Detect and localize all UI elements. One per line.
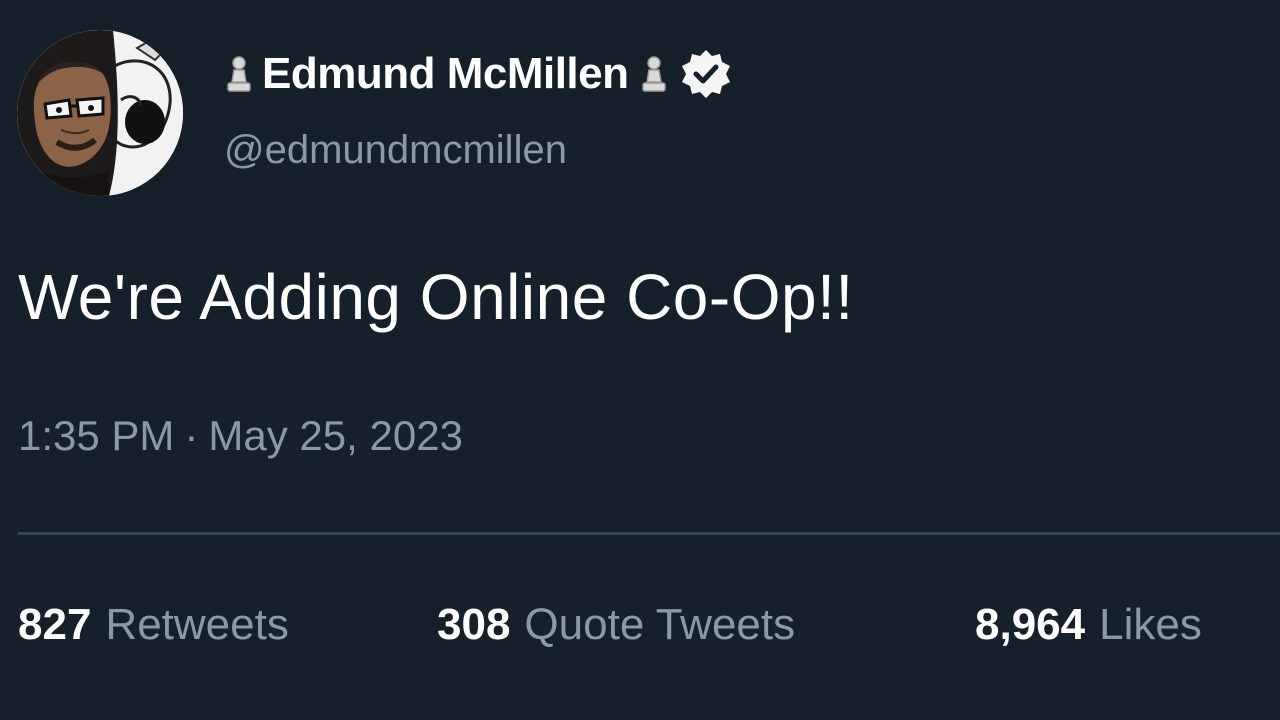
author-display-name[interactable]: Edmund McMillen [262,49,629,99]
retweets-stat[interactable]: 827 Retweets [18,600,289,650]
timestamp-separator: · [184,412,199,459]
retweets-label: Retweets [105,600,289,649]
chess-pawn-icon [222,54,256,94]
author-name-row[interactable]: Edmund McMillen [222,44,733,104]
tweet-time[interactable]: 1:35 PM [18,412,174,459]
tweet-detail: Edmund McMillen @edmundmcmillen We're Ad… [0,0,1280,720]
quote-tweets-label: Quote Tweets [524,600,796,649]
quote-tweets-stat[interactable]: 308 Quote Tweets [437,600,795,650]
likes-stat[interactable]: 8,964 Likes [975,600,1202,650]
tweet-timestamp[interactable]: 1:35 PM · May 25, 2023 [18,412,463,460]
verified-badge-icon[interactable] [679,47,733,101]
tweet-date[interactable]: May 25, 2023 [208,412,463,459]
avatar[interactable] [17,30,183,196]
divider [18,532,1280,535]
quote-tweets-count: 308 [437,600,511,649]
retweets-count: 827 [18,600,92,649]
chess-pawn-icon [637,54,671,94]
likes-count: 8,964 [975,600,1086,649]
tweet-text: We're Adding Online Co-Op!! [18,261,854,333]
avatar-image [17,30,183,196]
likes-label: Likes [1099,600,1202,649]
author-handle[interactable]: @edmundmcmillen [224,128,567,173]
